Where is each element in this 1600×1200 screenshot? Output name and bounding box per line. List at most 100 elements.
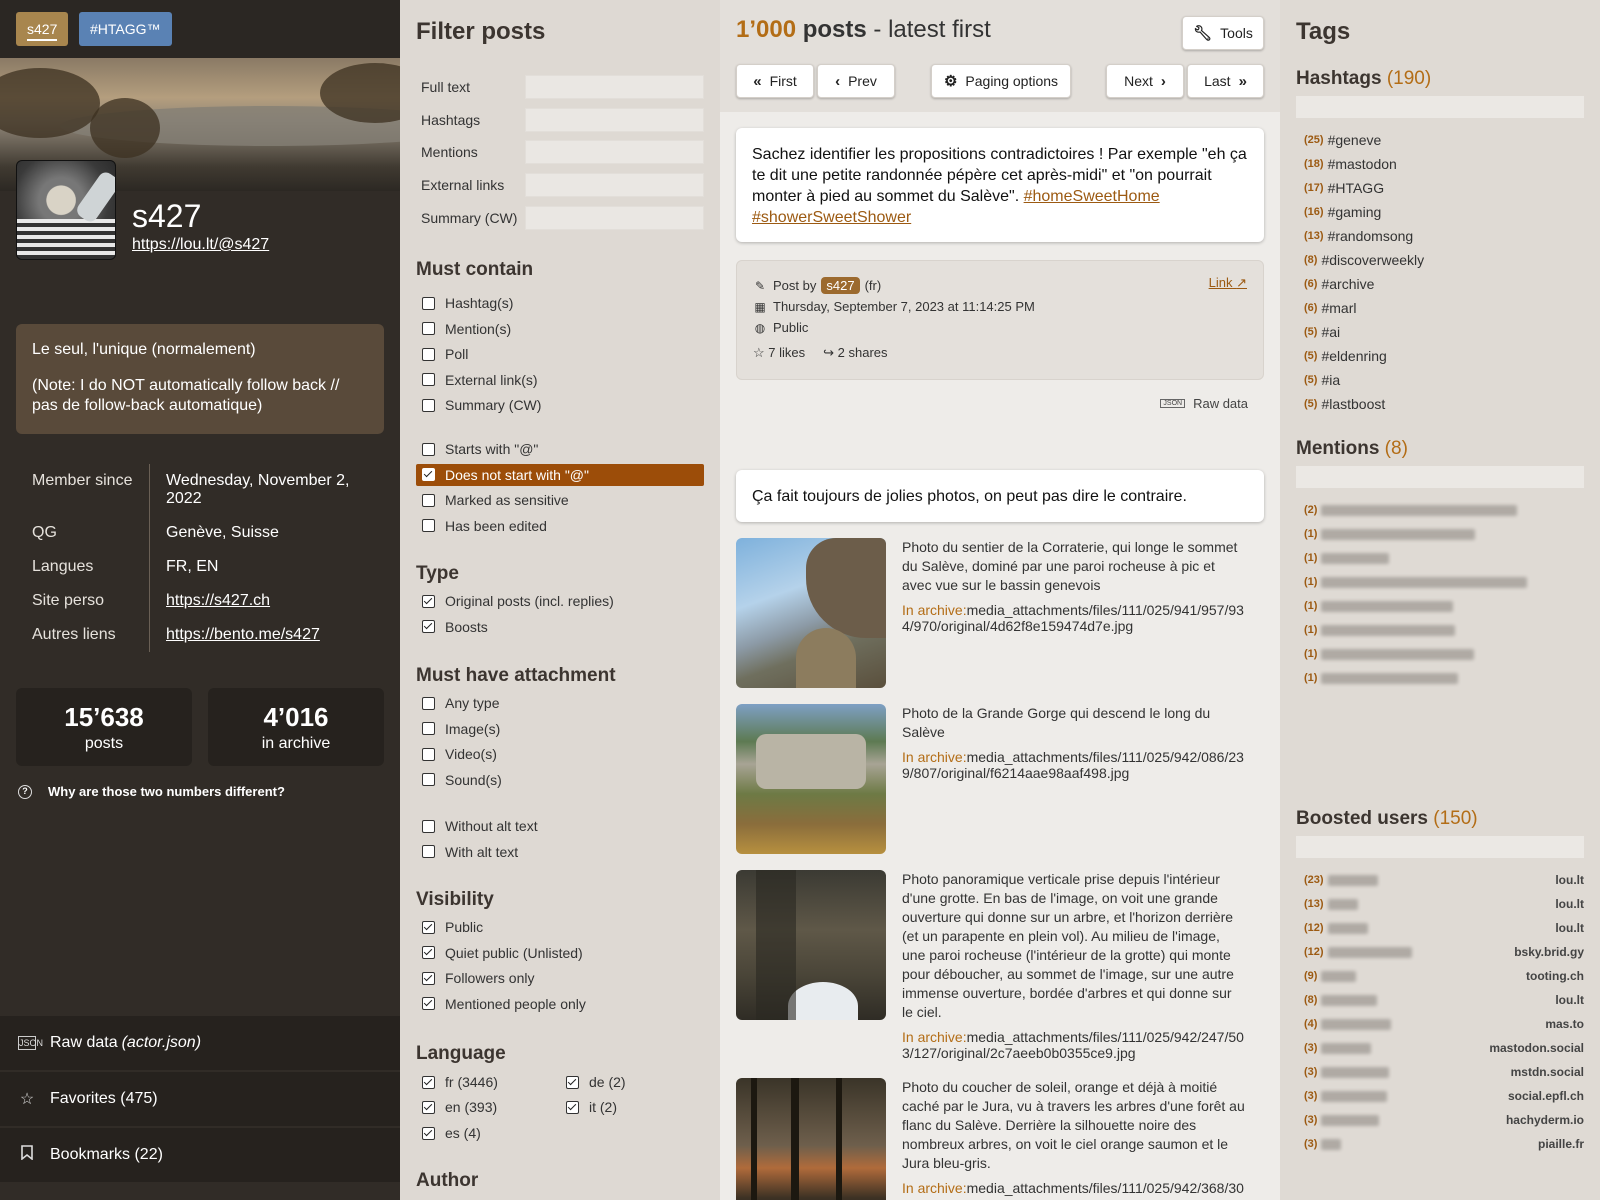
filter-checkbox-row[interactable]: Video(s)	[416, 743, 704, 765]
filter-checkbox-row[interactable]: Mentioned people only	[416, 993, 704, 1015]
boosted-user-item[interactable]: (3) hachyderm.io	[1304, 1108, 1584, 1132]
boosted-user-item[interactable]: (12) lou.lt	[1304, 916, 1584, 940]
favorites-button[interactable]: ☆ Favorites (475)	[0, 1072, 400, 1126]
filter-checkbox-row[interactable]: Has been edited	[416, 515, 704, 537]
hashtag-item[interactable]: (17) #HTAGG	[1304, 176, 1584, 200]
filter-checkbox-row[interactable]: Without alt text	[416, 815, 704, 837]
hashtag-link[interactable]: #homeSweetHome	[1024, 188, 1160, 205]
checkbox[interactable]	[422, 519, 435, 532]
checkbox-checked[interactable]	[566, 1100, 579, 1114]
hashtag-item[interactable]: (8) #discoverweekly	[1304, 248, 1584, 272]
checkbox-checked[interactable]	[566, 1075, 579, 1089]
user-tab[interactable]: s427	[16, 12, 69, 46]
checkbox-checked[interactable]	[422, 1100, 435, 1114]
mention-item[interactable]: (1)	[1304, 642, 1584, 666]
hashtag-item[interactable]: (5) #ai	[1304, 320, 1584, 344]
mention-item[interactable]: (1)	[1304, 594, 1584, 618]
hashtag-item[interactable]: (6) #archive	[1304, 272, 1584, 296]
filter-checkbox-row[interactable]: Summary (CW)	[416, 394, 704, 416]
next-page-button[interactable]: Next ›	[1106, 64, 1184, 98]
attachment-image[interactable]	[736, 704, 886, 854]
filter-checkbox-row[interactable]: Marked as sensitive	[416, 489, 704, 511]
mention-item[interactable]: (2)	[1304, 498, 1584, 522]
filter-checkbox-row[interactable]: Original posts (incl. replies)	[416, 590, 704, 612]
first-page-button[interactable]: « First	[736, 64, 814, 98]
checkbox-checked[interactable]	[422, 620, 435, 633]
boosted-user-item[interactable]: (23) lou.lt	[1304, 868, 1584, 892]
checkbox[interactable]	[422, 442, 435, 456]
checkbox-checked[interactable]	[422, 920, 435, 934]
mentions-input[interactable]	[524, 140, 704, 164]
filter-checkbox-row[interactable]: Quiet public (Unlisted)	[416, 942, 704, 964]
profile-url[interactable]: https://lou.lt/@s427	[132, 236, 269, 254]
tools-button[interactable]: 🔧︎ Tools	[1182, 16, 1264, 50]
other-links-link[interactable]: https://bento.me/s427	[166, 626, 320, 643]
mention-item[interactable]: (1)	[1304, 618, 1584, 642]
hashtags-input[interactable]	[524, 108, 704, 132]
checkbox[interactable]	[422, 373, 435, 386]
hashtags-filter-input[interactable]	[1296, 96, 1584, 118]
filter-checkbox-row[interactable]: Any type	[416, 692, 704, 714]
filter-checkbox-row[interactable]: External link(s)	[416, 369, 704, 391]
language-checkbox-row[interactable]: de (2)	[560, 1071, 700, 1093]
checkbox[interactable]	[422, 696, 435, 710]
hashtag-item[interactable]: (18) #mastodon	[1304, 152, 1584, 176]
checkbox[interactable]	[422, 819, 435, 833]
language-checkbox-row[interactable]: it (2)	[560, 1096, 700, 1118]
mentions-filter-input[interactable]	[1296, 466, 1584, 488]
filter-checkbox-row[interactable]: Public	[416, 916, 704, 938]
mention-item[interactable]: (1)	[1304, 666, 1584, 690]
filter-checkbox-row[interactable]: With alt text	[416, 841, 704, 863]
language-checkbox-row[interactable]: en (393)	[416, 1096, 556, 1118]
boosted-user-item[interactable]: (3) social.epfl.ch	[1304, 1084, 1584, 1108]
boosted-user-item[interactable]: (3) mstdn.social	[1304, 1060, 1584, 1084]
language-checkbox-row[interactable]: es (4)	[416, 1122, 556, 1144]
checkbox-checked[interactable]	[422, 468, 435, 481]
checkbox-checked[interactable]	[422, 997, 435, 1010]
checkbox[interactable]	[422, 493, 435, 507]
filter-checkbox-row[interactable]: Hashtag(s)	[416, 292, 704, 314]
author-badge[interactable]: s427	[821, 277, 860, 294]
attachment-image[interactable]	[736, 538, 886, 688]
boosted-user-item[interactable]: (12) bsky.brid.gy	[1304, 940, 1584, 964]
filter-checkbox-row[interactable]: Followers only	[416, 967, 704, 989]
boosted-user-item[interactable]: (3) mastodon.social	[1304, 1036, 1584, 1060]
attachment-image[interactable]	[736, 1078, 886, 1200]
post-link[interactable]: Link ↗	[1209, 275, 1247, 291]
checkbox[interactable]	[422, 398, 435, 412]
boosted-filter-input[interactable]	[1296, 836, 1584, 858]
hashtag-item[interactable]: (5) #lastboost	[1304, 392, 1584, 416]
filter-checkbox-row[interactable]: Poll	[416, 343, 704, 365]
hashtag-item[interactable]: (16) #gaming	[1304, 200, 1584, 224]
boosted-user-item[interactable]: (13) lou.lt	[1304, 892, 1584, 916]
prev-page-button[interactable]: ‹ Prev	[817, 64, 895, 98]
checkbox-checked[interactable]	[422, 971, 435, 985]
summary-input[interactable]	[524, 206, 704, 230]
checkbox[interactable]	[422, 722, 435, 735]
checkbox-checked[interactable]	[422, 594, 435, 608]
site-perso-link[interactable]: https://s427.ch	[166, 592, 270, 609]
raw-data-button[interactable]: JSON Raw data (actor.json)	[0, 1016, 400, 1070]
language-checkbox-row[interactable]: fr (3446)	[416, 1071, 556, 1093]
boosted-user-item[interactable]: (4) mas.to	[1304, 1012, 1584, 1036]
post-raw-data-button[interactable]: JSON Raw data	[1160, 396, 1248, 411]
checkbox-checked[interactable]	[422, 1075, 435, 1089]
mention-item[interactable]: (1)	[1304, 522, 1584, 546]
checkbox-checked[interactable]	[422, 946, 435, 959]
checkbox[interactable]	[422, 747, 435, 761]
checkbox[interactable]	[422, 296, 435, 310]
why-numbers-link[interactable]: ? Why are those two numbers different?	[18, 784, 285, 799]
hashtag-item[interactable]: (5) #eldenring	[1304, 344, 1584, 368]
attachment-image[interactable]	[736, 870, 886, 1020]
last-page-button[interactable]: Last »	[1187, 64, 1264, 98]
checkbox-checked[interactable]	[422, 1126, 435, 1140]
hashtag-item[interactable]: (25) #geneve	[1304, 128, 1584, 152]
filter-checkbox-row[interactable]: Boosts	[416, 616, 704, 638]
filter-checkbox-row[interactable]: Does not start with "@"	[416, 463, 704, 486]
fulltext-input[interactable]	[524, 75, 704, 99]
mention-item[interactable]: (1)	[1304, 570, 1584, 594]
boosted-user-item[interactable]: (9) tooting.ch	[1304, 964, 1584, 988]
filter-checkbox-row[interactable]: Starts with "@"	[416, 438, 704, 460]
paging-options-button[interactable]: ⚙ Paging options	[931, 64, 1071, 98]
boosted-user-item[interactable]: (8) lou.lt	[1304, 988, 1584, 1012]
